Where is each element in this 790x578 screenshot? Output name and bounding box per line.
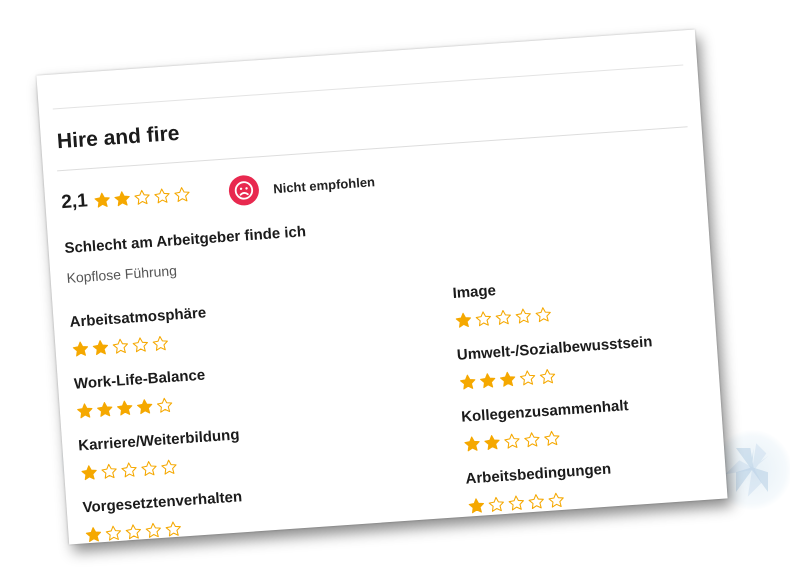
star-empty-icon [155, 396, 174, 415]
star-filled-icon [467, 496, 486, 515]
category-stars [75, 396, 176, 421]
star-filled-icon [71, 340, 90, 359]
star-filled-icon [113, 189, 132, 208]
recommendation-label: Nicht empfohlen [272, 173, 376, 196]
star-empty-icon [547, 491, 566, 510]
star-empty-icon [487, 495, 506, 514]
category-stars [84, 519, 185, 544]
category-stars [458, 367, 559, 392]
category-stars [467, 491, 568, 516]
recommendation: Nicht empfohlen [228, 166, 376, 207]
star-filled-icon [95, 400, 114, 419]
category-label: Arbeitsbedingungen [465, 460, 612, 488]
star-empty-icon [502, 432, 521, 451]
star-filled-icon [498, 370, 517, 389]
category-rating: Image [452, 267, 715, 335]
category-stars [80, 458, 181, 483]
star-empty-icon [542, 429, 561, 448]
review-text: Kopflose Führung [66, 262, 178, 286]
star-empty-icon [120, 460, 139, 479]
category-rating: Work-Life-Balance [73, 358, 336, 426]
star-filled-icon [80, 463, 99, 482]
category-rating: Umwelt-/Sozialbewusstsein [456, 329, 719, 397]
star-filled-icon [91, 338, 110, 357]
star-empty-icon [151, 334, 170, 353]
star-empty-icon [474, 309, 493, 328]
screenshot-stage: Hire and fire 2,1 Nicht empfohlen Schlec… [0, 0, 790, 578]
star-filled-icon [93, 191, 112, 210]
star-empty-icon [104, 524, 123, 543]
category-label: Image [452, 282, 497, 303]
review-title: Hire and fire [56, 121, 181, 154]
star-empty-icon [173, 185, 192, 204]
category-rating: Arbeitsatmosphäre [69, 296, 332, 364]
overall-rating: 2,1 Nicht empfohlen [60, 166, 376, 218]
star-empty-icon [140, 459, 159, 478]
star-filled-icon [483, 433, 502, 452]
review-card: Hire and fire 2,1 Nicht empfohlen Schlec… [36, 29, 728, 545]
star-empty-icon [514, 307, 533, 326]
star-empty-icon [100, 462, 119, 481]
star-empty-icon [111, 337, 130, 356]
star-empty-icon [534, 305, 553, 324]
star-filled-icon [135, 397, 154, 416]
category-label: Umwelt-/Sozialbewusstsein [456, 333, 653, 364]
star-empty-icon [507, 494, 526, 513]
category-rating: Karriere/Weiterbildung [78, 419, 341, 487]
category-label: Vorgesetztenverhalten [82, 488, 243, 517]
star-filled-icon [463, 434, 482, 453]
star-filled-icon [75, 401, 94, 420]
star-filled-icon [84, 525, 103, 544]
star-empty-icon [159, 458, 178, 477]
category-label: Work-Life-Balance [73, 366, 206, 393]
star-empty-icon [124, 522, 143, 541]
category-rating: Kollegenzusammenhalt [461, 391, 724, 459]
overall-stars [93, 185, 194, 210]
star-empty-icon [527, 492, 546, 511]
star-empty-icon [133, 188, 152, 207]
star-empty-icon [518, 368, 537, 387]
star-filled-icon [458, 373, 477, 392]
category-rating: Arbeitsbedingungen [465, 453, 728, 521]
star-filled-icon [454, 311, 473, 330]
category-rating: Vorgesetztenverhalten [82, 481, 345, 549]
star-empty-icon [164, 520, 183, 539]
star-empty-icon [538, 367, 557, 386]
star-empty-icon [144, 521, 163, 540]
review-headline: Schlecht am Arbeitgeber finde ich [63, 223, 307, 258]
star-empty-icon [494, 308, 513, 327]
star-empty-icon [153, 186, 172, 205]
category-label: Kollegenzusammenhalt [460, 397, 630, 426]
star-empty-icon [522, 430, 541, 449]
category-stars [71, 334, 172, 359]
star-filled-icon [478, 371, 497, 390]
category-label: Karriere/Weiterbildung [77, 426, 240, 455]
star-empty-icon [131, 335, 150, 354]
divider [52, 64, 684, 110]
category-label: Arbeitsatmosphäre [69, 304, 207, 331]
star-filled-icon [115, 399, 134, 418]
category-stars [463, 429, 564, 454]
overall-score: 2,1 [60, 190, 89, 214]
sad-face-icon [228, 174, 261, 207]
category-stars [454, 305, 555, 330]
